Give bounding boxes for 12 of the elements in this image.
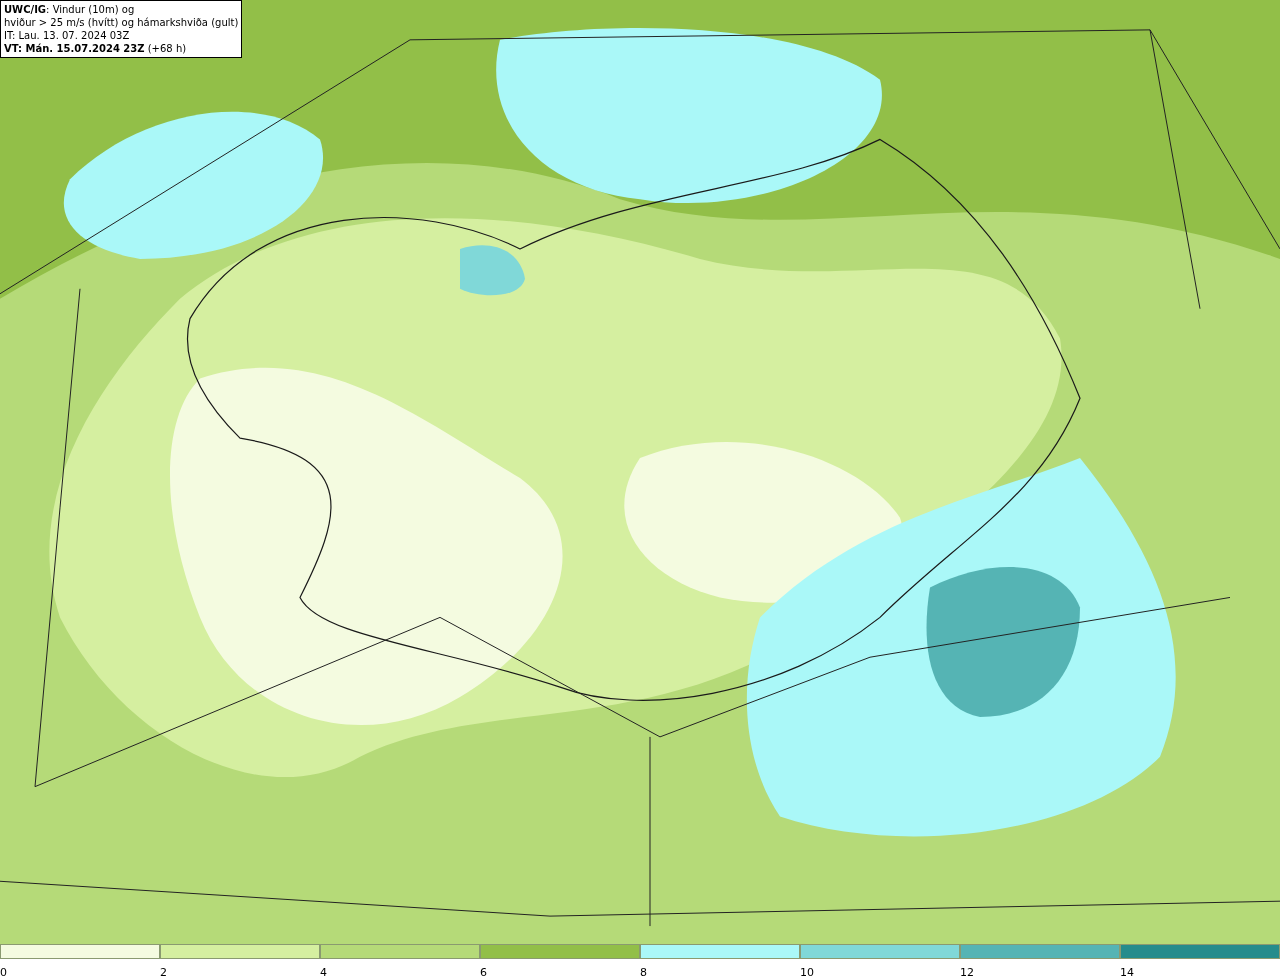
colorbar-tick-label: 8	[640, 966, 647, 978]
legend-text: UWC/IG: Vindur (10m) og	[4, 3, 136, 16]
legend-text: VT: Mán. 15.07.2024 23Z (+68 h)	[4, 42, 188, 55]
colorbar-tick-label: 10	[800, 966, 814, 978]
colorbar-tick-label: 2	[160, 966, 167, 978]
colorbar-tick-label: 0	[0, 966, 7, 978]
legend-text: IT: Lau. 13. 07. 2024 03Z	[4, 29, 131, 42]
colorbar-tick-label: 4	[320, 966, 327, 978]
colorbar-tick-label: 6	[480, 966, 487, 978]
colorbar-tick-label: 12	[960, 966, 974, 978]
colorbar-tick-label: 14	[1120, 966, 1134, 978]
legend-text: hviður > 25 m/s (hvítt) og hámarkshviða (gult)	[4, 16, 239, 29]
